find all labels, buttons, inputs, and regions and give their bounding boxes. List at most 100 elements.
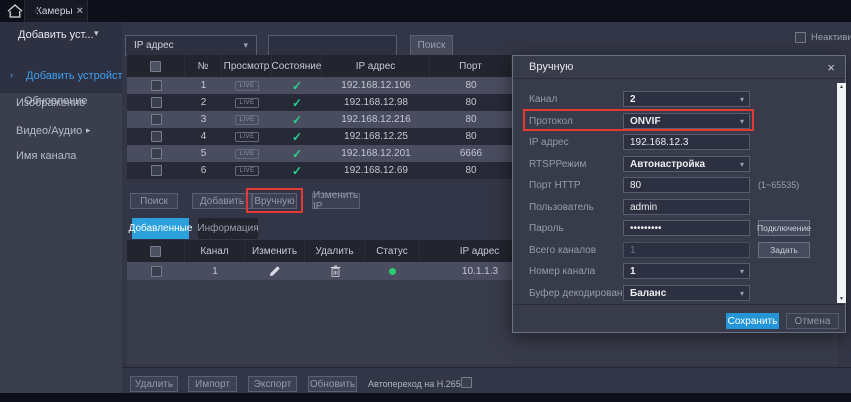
check-icon: ✓	[292, 164, 302, 178]
row-port: 6666	[430, 148, 512, 159]
caret-down-icon: ▾	[740, 95, 744, 104]
ip-address-label: IP адрес	[529, 134, 569, 150]
caret-down-icon: ▾	[243, 40, 248, 51]
caret-down-icon: ▾	[740, 160, 744, 169]
live-badge[interactable]: LIVE	[235, 81, 258, 91]
manual-add-dialog: Вручную × Канал 2 ▾ Протокол ONVIF ▾ IP …	[512, 55, 846, 333]
check-icon: ✓	[292, 130, 302, 144]
dialog-divider	[513, 304, 845, 305]
add-button[interactable]: Добавить	[192, 193, 252, 209]
col-port: Порт	[430, 55, 512, 77]
http-port-field[interactable]: 80	[623, 177, 750, 193]
caret-down-icon: ▾	[740, 117, 744, 126]
channel-select[interactable]: 2 ▾	[623, 91, 750, 107]
decode-buffer-label: Буфер декодирования	[529, 285, 633, 301]
total-channels-label: Всего каналов	[529, 242, 596, 258]
row-checkbox[interactable]	[151, 165, 162, 176]
password-field[interactable]: •••••••••	[623, 220, 750, 236]
live-badge[interactable]: LIVE	[235, 149, 258, 159]
row-checkbox[interactable]	[151, 80, 162, 91]
edit-pencil-icon[interactable]	[269, 265, 281, 277]
tab-information[interactable]: Информация	[198, 218, 258, 239]
auto-h265-checkbox[interactable]	[461, 377, 472, 388]
sidebar-divider	[0, 92, 122, 93]
search-input[interactable]	[268, 35, 397, 56]
row-ip: 192.168.12.98	[322, 97, 430, 108]
sidebar-item-channel-name[interactable]: Имя канала	[16, 150, 76, 162]
dialog-scrollbar[interactable]: ▲ ▼	[837, 83, 846, 303]
http-port-label: Порт HTTP	[529, 177, 581, 193]
cancel-button[interactable]: Отмена	[786, 313, 839, 329]
search-devices-button[interactable]: Поиск	[130, 193, 178, 209]
caret-down-icon[interactable]: ▾	[94, 28, 99, 39]
row-checkbox[interactable]	[151, 131, 162, 142]
row-port: 80	[430, 97, 512, 108]
caret-right-icon: ▸	[86, 125, 91, 136]
row-checkbox[interactable]	[151, 266, 162, 277]
delete-trash-icon[interactable]	[330, 265, 341, 278]
rtsp-mode-select[interactable]: Автонастройка ▾	[623, 156, 750, 172]
channel-label: Канал	[529, 91, 557, 107]
username-field[interactable]: admin	[623, 199, 750, 215]
dialog-title: Вручную	[529, 61, 827, 73]
row-ip: 192.168.12.201	[322, 148, 430, 159]
sidebar-item-add-device[interactable]: Добавить устройство	[26, 70, 134, 82]
chevron-right-icon: ›	[10, 70, 13, 80]
set-button[interactable]: Задать	[758, 242, 810, 258]
rtsp-mode-label: RTSPРежим	[529, 156, 586, 172]
search-button[interactable]: Поиск	[410, 35, 453, 56]
row-checkbox[interactable]	[151, 114, 162, 125]
sidebar-item-video-audio[interactable]: Видео/Аудио	[16, 125, 82, 137]
check-icon: ✓	[292, 113, 302, 127]
inactive-label: Неактивиро	[811, 32, 851, 43]
status-online-dot	[389, 268, 396, 275]
refresh-button[interactable]: Обновить	[308, 376, 357, 392]
live-badge[interactable]: LIVE	[235, 166, 258, 176]
title-bar: Камеры ×	[0, 0, 851, 22]
export-button[interactable]: Экспорт	[248, 376, 297, 392]
http-port-hint: (1~65535)	[758, 177, 799, 193]
col-no: №	[185, 55, 222, 77]
protocol-label: Протокол	[529, 113, 573, 129]
row-ip: 192.168.12.69	[322, 165, 430, 176]
save-button[interactable]: Сохранить	[726, 313, 779, 329]
inactive-checkbox[interactable]	[795, 32, 806, 43]
scroll-up-icon[interactable]: ▲	[839, 83, 844, 91]
search-filter-select[interactable]: IP адрес ▾	[125, 35, 257, 56]
sidebar-group-header[interactable]: Добавить уст...	[18, 26, 94, 44]
sidebar: Добавить уст... ▾ › Добавить устройство …	[0, 22, 122, 393]
dialog-close-icon[interactable]: ×	[827, 60, 835, 75]
import-button[interactable]: Импорт	[188, 376, 237, 392]
sidebar-group-add-device: Добавить уст... ▾ › Добавить устройство …	[0, 22, 122, 92]
ip-address-field[interactable]: 192.168.12.3	[623, 134, 750, 150]
password-label: Пароль	[529, 220, 564, 236]
tab-cameras-label: Камеры	[36, 6, 73, 17]
delete-button[interactable]: Удалить	[130, 376, 178, 392]
protocol-select[interactable]: ONVIF ▾	[623, 113, 750, 129]
live-badge[interactable]: LIVE	[235, 132, 258, 142]
row-checkbox[interactable]	[151, 97, 162, 108]
select-all-checkbox[interactable]	[150, 246, 161, 257]
row-checkbox[interactable]	[151, 148, 162, 159]
auto-h265-label: Автопереход на H.265	[368, 379, 461, 389]
row-port: 80	[430, 165, 512, 176]
tab-cameras[interactable]: Камеры ×	[24, 0, 88, 22]
change-ip-button[interactable]: Изменить IP	[312, 193, 360, 209]
connect-button[interactable]: Подключение	[758, 220, 810, 236]
row-ip: 192.168.12.216	[322, 114, 430, 125]
home-icon[interactable]	[7, 4, 23, 18]
row-port: 80	[430, 114, 512, 125]
col-channel: Канал	[185, 240, 245, 262]
decode-buffer-select[interactable]: Баланс ▾	[623, 285, 750, 301]
col-view: Просмотр	[222, 55, 272, 77]
dialog-title-bar: Вручную ×	[513, 56, 845, 79]
live-badge[interactable]: LIVE	[235, 98, 258, 108]
select-all-checkbox[interactable]	[150, 61, 161, 72]
scroll-down-icon[interactable]: ▼	[839, 295, 844, 303]
live-badge[interactable]: LIVE	[235, 115, 258, 125]
sidebar-item-image[interactable]: Изображение	[16, 97, 85, 109]
tab-close-icon[interactable]: ×	[77, 5, 83, 17]
tab-added[interactable]: Добавленные	[132, 218, 189, 239]
channel-number-select[interactable]: 1 ▾	[623, 263, 750, 279]
col-state: Состояние	[272, 55, 322, 77]
